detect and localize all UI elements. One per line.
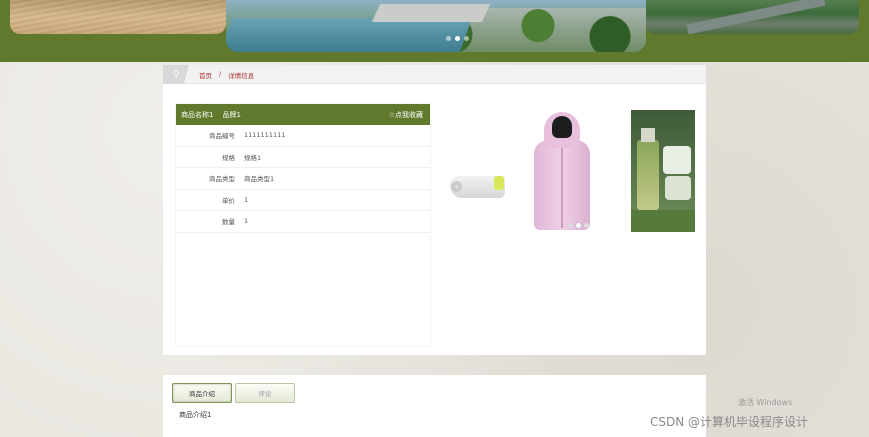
product-brand: 品牌1 [222, 110, 241, 119]
csdn-watermark: CSDN @计算机毕设程序设计 [650, 415, 809, 429]
banner-slide-center [226, 0, 646, 52]
info-label: 单价 [222, 196, 235, 205]
info-value: 规格1 [244, 153, 262, 162]
header-banner [0, 0, 869, 62]
sneaker-image: ‹ [448, 126, 505, 226]
product-image-carousel[interactable]: ‹ [448, 110, 698, 232]
info-row-price: 单价 1 [176, 190, 430, 211]
carousel-dot[interactable] [584, 223, 589, 228]
info-value: 1111111111 [244, 131, 286, 140]
breadcrumb: ⚲ 首页 / 详情信息 [163, 65, 706, 84]
info-value: 1 [244, 195, 249, 204]
pink-vest-image [528, 110, 598, 232]
info-label: 商品类型 [209, 175, 235, 184]
breadcrumb-current: 详情信息 [228, 72, 255, 80]
banner-dot-active[interactable] [455, 36, 460, 41]
banner-slide-right [646, 0, 859, 35]
product-info-card: 商品名称1 品牌1 ☆点我收藏 商品编号 1111111111 规格 规格1 商… [176, 104, 430, 346]
windows-activation-watermark: 激活 Windows [738, 398, 793, 407]
breadcrumb-separator: / [219, 70, 222, 78]
breadcrumb-home-link[interactable]: 首页 [199, 70, 212, 80]
tab-comments[interactable]: 评论 [235, 383, 295, 403]
info-label: 数量 [222, 218, 235, 227]
banner-dot[interactable] [446, 36, 451, 41]
banner-pagination [446, 36, 469, 41]
carousel-pagination [568, 223, 589, 228]
info-row-quantity: 数量 1 [176, 211, 430, 233]
tab-product-intro[interactable]: 商品介绍 [172, 383, 232, 403]
favorite-button[interactable]: ☆点我收藏 [389, 110, 423, 120]
product-intro-content: 商品介绍1 [179, 411, 212, 419]
location-pin-icon: ⚲ [163, 65, 189, 84]
product-name: 商品名称1 [181, 110, 214, 119]
info-label: 商品编号 [209, 132, 235, 141]
info-value: 1 [244, 217, 249, 226]
product-tabs-panel: 商品介绍 评论 商品介绍1 [163, 375, 706, 437]
carousel-prev-arrow-icon[interactable]: ‹ [451, 181, 462, 192]
banner-slide-left [10, 0, 226, 34]
carousel-dot-active[interactable] [576, 223, 581, 228]
carousel-dot[interactable] [568, 223, 573, 228]
info-label: 规格 [222, 153, 235, 162]
banner-dot[interactable] [464, 36, 469, 41]
info-row-code: 商品编号 1111111111 [176, 125, 430, 147]
banner-carousel[interactable] [0, 0, 869, 52]
info-row-type: 商品类型 商品类型1 [176, 168, 430, 190]
cosmetics-image [631, 110, 695, 232]
product-info-header: 商品名称1 品牌1 ☆点我收藏 [176, 104, 430, 125]
info-row-spec: 规格 规格1 [176, 147, 430, 168]
info-value: 商品类型1 [244, 175, 275, 184]
product-detail-panel: ⚲ 首页 / 详情信息 商品名称1 品牌1 ☆点我收藏 商品编号 1111111… [163, 65, 706, 355]
